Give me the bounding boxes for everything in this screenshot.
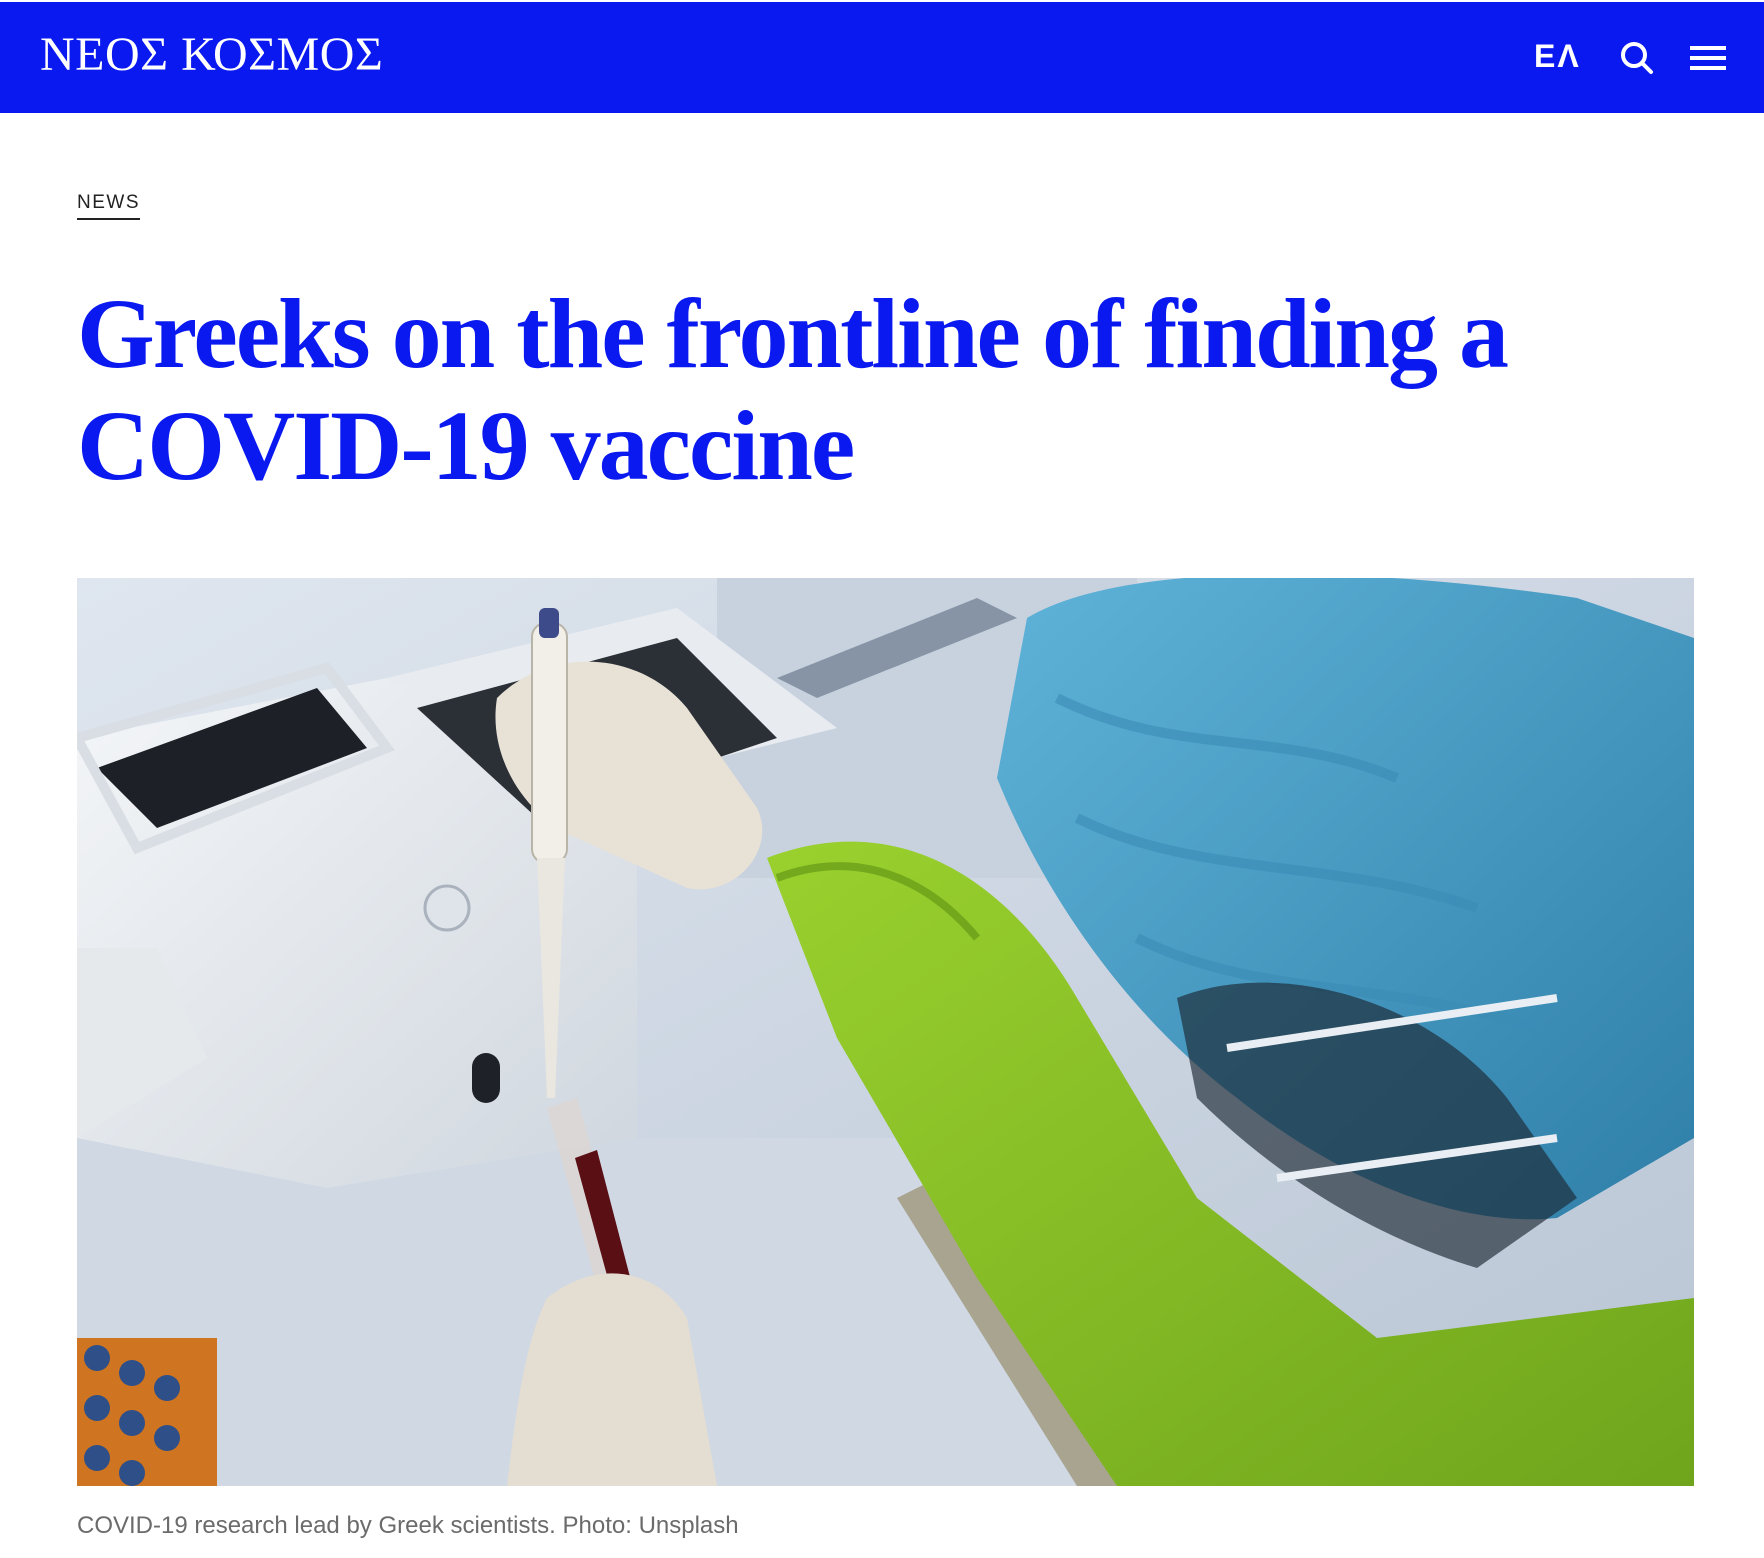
hero-image	[77, 578, 1694, 1486]
image-caption: COVID-19 research lead by Greek scientis…	[77, 1512, 739, 1539]
menu-icon	[1690, 46, 1726, 70]
search-button[interactable]	[1617, 38, 1657, 78]
category-link[interactable]: NEWS	[77, 193, 140, 220]
site-logo[interactable]: ΝΕΟΣ ΚΟΣΜΟΣ	[40, 31, 383, 79]
lab-photo-illustration	[77, 578, 1694, 1486]
language-toggle[interactable]: ΕΛ	[1534, 40, 1581, 72]
search-icon	[1621, 42, 1653, 74]
article-headline: Greeks on the frontline of finding a COV…	[77, 278, 1509, 501]
menu-button[interactable]	[1688, 38, 1728, 78]
tube-rack	[77, 1338, 217, 1486]
site-header: ΝΕΟΣ ΚΟΣΜΟΣ ΕΛ	[0, 0, 1764, 113]
